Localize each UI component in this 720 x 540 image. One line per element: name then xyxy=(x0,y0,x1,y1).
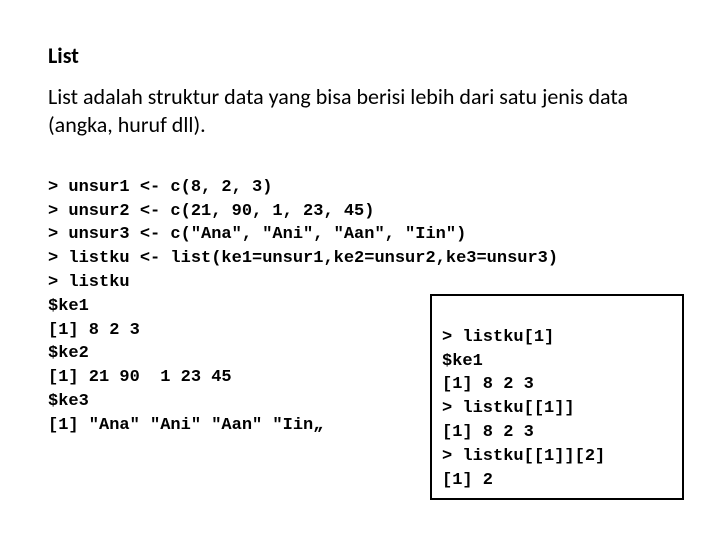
code-line: > unsur3 <- c("Ana", "Ani", "Aan", "Iin"… xyxy=(48,225,466,244)
inset-code-block: > listku[1] $ke1 [1] 8 2 3 > listku[[1]]… xyxy=(430,294,684,500)
page-title: List xyxy=(48,42,672,69)
code-line: > listku[[1]][2] xyxy=(442,447,605,466)
code-line: $ke1 xyxy=(48,297,89,316)
code-block: > unsur1 <- c(8, 2, 3) > unsur2 <- c(21,… xyxy=(48,152,672,485)
code-line: [1] "Ana" "Ani" "Aan" "Iin„ xyxy=(48,416,323,435)
code-line: $ke3 xyxy=(48,392,89,411)
code-line: [1] 2 xyxy=(442,471,493,490)
code-line: > listku[[1]] xyxy=(442,399,575,418)
code-line: $ke1 xyxy=(442,352,483,371)
code-line: > listku[1] xyxy=(442,328,554,347)
code-line: $ke2 xyxy=(48,344,89,363)
code-line: > listku xyxy=(48,273,130,292)
code-line: > listku <- list(ke1=unsur1,ke2=unsur2,k… xyxy=(48,249,558,268)
code-line: [1] 8 2 3 xyxy=(442,423,534,442)
code-line: > unsur1 <- c(8, 2, 3) xyxy=(48,178,272,197)
slide-page: List List adalah struktur data yang bisa… xyxy=(0,0,720,485)
page-description: List adalah struktur data yang bisa beri… xyxy=(48,83,672,138)
code-line: > unsur2 <- c(21, 90, 1, 23, 45) xyxy=(48,202,374,221)
code-line: [1] 8 2 3 xyxy=(442,375,534,394)
code-line: [1] 8 2 3 xyxy=(48,321,140,340)
code-line: [1] 21 90 1 23 45 xyxy=(48,368,232,387)
